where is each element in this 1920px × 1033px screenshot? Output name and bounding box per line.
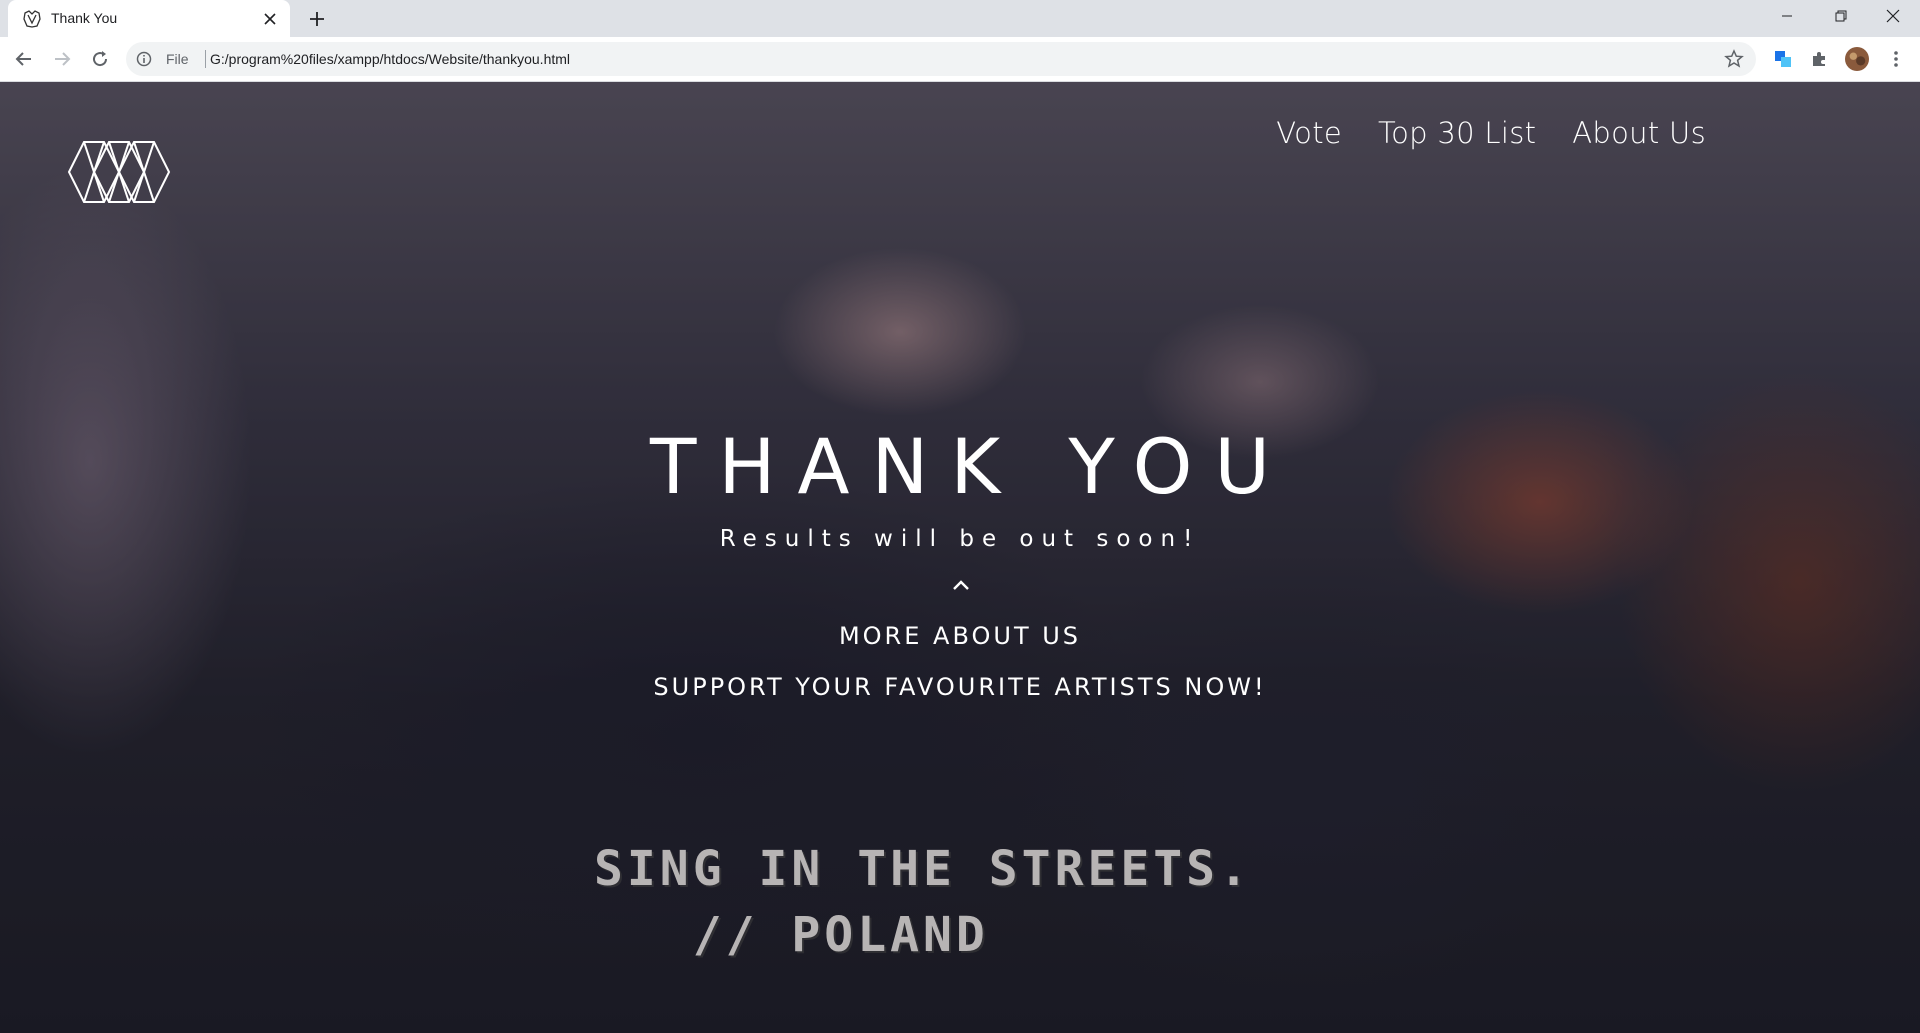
address-url[interactable]: G:/program%20files/xampp/htdocs/Website/… bbox=[210, 51, 570, 67]
site-logo-favicon-icon bbox=[23, 10, 41, 28]
video-caption: SING IN THE STREETS. // POLAND bbox=[594, 836, 1252, 968]
nav-top-30-list[interactable]: Top 30 List bbox=[1378, 116, 1536, 150]
chevron-up-icon[interactable] bbox=[951, 578, 971, 592]
reload-icon[interactable] bbox=[86, 45, 114, 73]
address-bar[interactable]: File G:/program%20files/xampp/htdocs/Web… bbox=[126, 42, 1756, 76]
bookmark-star-icon[interactable] bbox=[1724, 49, 1744, 69]
main-nav: Vote Top 30 List About Us bbox=[1276, 116, 1706, 150]
hero-section: Vote Top 30 List About Us THANK YOU Resu… bbox=[0, 82, 1920, 1033]
page-title: THANK YOU bbox=[649, 422, 1293, 511]
restore-icon[interactable] bbox=[1818, 0, 1864, 32]
info-icon[interactable] bbox=[136, 51, 152, 67]
tab-close-icon[interactable] bbox=[260, 9, 280, 29]
back-arrow-icon[interactable] bbox=[10, 45, 38, 73]
translate-extension-icon[interactable] bbox=[1771, 47, 1795, 71]
site-logo-icon[interactable] bbox=[64, 132, 174, 212]
more-about-us-link[interactable]: MORE ABOUT US bbox=[0, 622, 1920, 650]
video-caption-line-1: SING IN THE STREETS. bbox=[594, 841, 1252, 897]
browser-tabstrip: Thank You bbox=[0, 0, 1920, 37]
browser-tab[interactable]: Thank You bbox=[8, 0, 290, 37]
hero-subtitle: Results will be out soon! bbox=[719, 526, 1201, 552]
forward-arrow-icon[interactable] bbox=[48, 45, 76, 73]
browser-toolbar: File G:/program%20files/xampp/htdocs/Web… bbox=[0, 37, 1920, 82]
tab-title: Thank You bbox=[51, 10, 118, 26]
extensions-puzzle-icon[interactable] bbox=[1807, 47, 1831, 71]
video-caption-line-2: // POLAND bbox=[594, 907, 989, 963]
window-close-icon[interactable] bbox=[1870, 0, 1916, 32]
new-tab-icon[interactable] bbox=[305, 7, 329, 31]
profile-avatar[interactable] bbox=[1845, 47, 1869, 71]
nav-vote[interactable]: Vote bbox=[1276, 116, 1342, 150]
address-divider bbox=[205, 50, 206, 68]
browser-menu-icon[interactable] bbox=[1884, 47, 1908, 71]
address-scheme-label: File bbox=[166, 51, 189, 67]
support-artists-link[interactable]: SUPPORT YOUR FAVOURITE ARTISTS NOW! bbox=[0, 673, 1920, 701]
nav-about-us[interactable]: About Us bbox=[1572, 116, 1706, 150]
minimize-icon[interactable] bbox=[1764, 0, 1810, 32]
